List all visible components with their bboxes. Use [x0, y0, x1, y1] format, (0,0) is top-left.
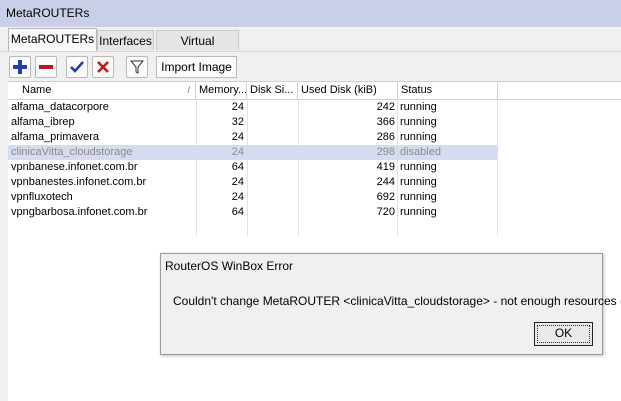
- cell-disk-size: [247, 130, 295, 145]
- cell-name: clinicaVitta_cloudstorage: [11, 146, 133, 158]
- cell-status: running: [400, 176, 437, 188]
- tab-metarouters[interactable]: MetaROUTERs: [8, 28, 97, 51]
- disable-button[interactable]: [92, 56, 114, 78]
- cell-status: running: [400, 131, 437, 143]
- cell-disk-size: [247, 205, 295, 220]
- cell-name: vpnfluxotech: [11, 191, 73, 203]
- toolbar: Import Image: [0, 51, 621, 82]
- table-row[interactable]: vpnbanese.infonet.com.br 64 419 running: [8, 160, 498, 175]
- x-icon: [97, 61, 109, 73]
- cell-memory: 64: [231, 161, 244, 173]
- plus-icon: [13, 60, 27, 74]
- cell-disk-size: [247, 190, 295, 205]
- cell-status: running: [400, 206, 437, 218]
- table-row[interactable]: vpnfluxotech 24 692 running: [8, 190, 498, 205]
- cell-memory: 64: [231, 206, 244, 218]
- cell-memory: 24: [231, 146, 244, 158]
- table-row[interactable]: alfama_datacorpore 24 242 running: [8, 100, 498, 115]
- cell-name: alfama_datacorpore: [11, 101, 109, 113]
- table-row[interactable]: vpnbanestes.infonet.com.br 24 244 running: [8, 175, 498, 190]
- column-header-memory[interactable]: Memory...: [196, 82, 247, 99]
- cell-used-disk: 298: [376, 146, 395, 158]
- minus-icon: [39, 65, 53, 69]
- cell-used-disk: 419: [376, 161, 395, 173]
- cell-disk-size: [247, 160, 295, 175]
- cell-name: vpnbanestes.infonet.com.br: [11, 176, 147, 188]
- cell-used-disk: 242: [376, 101, 395, 113]
- error-dialog: RouterOS WinBox Error Couldn't change Me…: [160, 253, 621, 355]
- cell-status: running: [400, 101, 437, 113]
- cell-disk-size: [247, 100, 295, 115]
- cell-status: running: [400, 116, 437, 128]
- cell-used-disk: 366: [376, 116, 395, 128]
- cell-memory: 24: [231, 176, 244, 188]
- cell-status: disabled: [400, 146, 441, 158]
- cell-memory: 24: [231, 131, 244, 143]
- table-header: Name / Memory... Disk Si... Used Disk (k…: [8, 82, 621, 100]
- cell-used-disk: 244: [376, 176, 395, 188]
- tab-virtual-ethernet[interactable]: Virtual Ethernet: [156, 30, 239, 68]
- ok-button[interactable]: OK: [534, 322, 593, 346]
- cell-used-disk: 692: [376, 191, 395, 203]
- cell-used-disk: 286: [376, 131, 395, 143]
- column-header-used-disk[interactable]: Used Disk (kiB): [298, 82, 398, 99]
- cell-used-disk: 720: [376, 206, 395, 218]
- cell-disk-size: [247, 115, 295, 130]
- remove-button[interactable]: [35, 56, 57, 78]
- column-header-status[interactable]: Status: [398, 82, 498, 99]
- cell-name: alfama_primavera: [11, 131, 100, 143]
- cell-disk-size: [247, 175, 295, 190]
- table-row[interactable]: clinicaVitta_cloudstorage 24 298 disabled: [8, 145, 498, 160]
- cell-memory: 24: [231, 101, 244, 113]
- cell-name: vpngbarbosa.infonet.com.br: [11, 206, 148, 218]
- cell-disk-size: [247, 145, 295, 160]
- cell-name: alfama_ibrep: [11, 116, 75, 128]
- window-titlebar[interactable]: MetaROUTERs: [0, 0, 621, 28]
- table-row[interactable]: vpngbarbosa.infonet.com.br 64 720 running: [8, 205, 498, 220]
- metarouters-window: MetaROUTERs MetaROUTERs Interfaces Virtu…: [0, 0, 621, 401]
- cell-status: running: [400, 191, 437, 203]
- check-icon: [70, 61, 84, 73]
- table-body: alfama_datacorpore 24 242 running alfama_ibr…: [8, 100, 621, 236]
- window-title: MetaROUTERs: [6, 6, 90, 20]
- enable-button[interactable]: [66, 56, 88, 78]
- column-header-name[interactable]: Name /: [19, 82, 196, 99]
- tab-bar: MetaROUTERs Interfaces Virtual Ethernet: [0, 27, 621, 68]
- dialog-title: RouterOS WinBox Error: [165, 259, 294, 273]
- add-button[interactable]: [9, 56, 31, 78]
- cell-status: running: [400, 161, 437, 173]
- cell-name: vpnbanese.infonet.com.br: [11, 161, 138, 173]
- filter-icon: [129, 60, 145, 74]
- table-row[interactable]: alfama_ibrep 32 366 running: [8, 115, 498, 130]
- cell-memory: 24: [231, 191, 244, 203]
- column-header-disk-size[interactable]: Disk Si...: [247, 82, 298, 99]
- cell-memory: 32: [231, 116, 244, 128]
- import-image-button[interactable]: Import Image: [156, 56, 237, 78]
- sort-icon: /: [187, 85, 190, 95]
- filter-button[interactable]: [126, 56, 148, 78]
- tab-interfaces[interactable]: Interfaces: [97, 30, 154, 50]
- table-row[interactable]: alfama_primavera 24 286 running: [8, 130, 498, 145]
- dialog-message: Couldn't change MetaROUTER <clinicaVitta…: [173, 294, 621, 308]
